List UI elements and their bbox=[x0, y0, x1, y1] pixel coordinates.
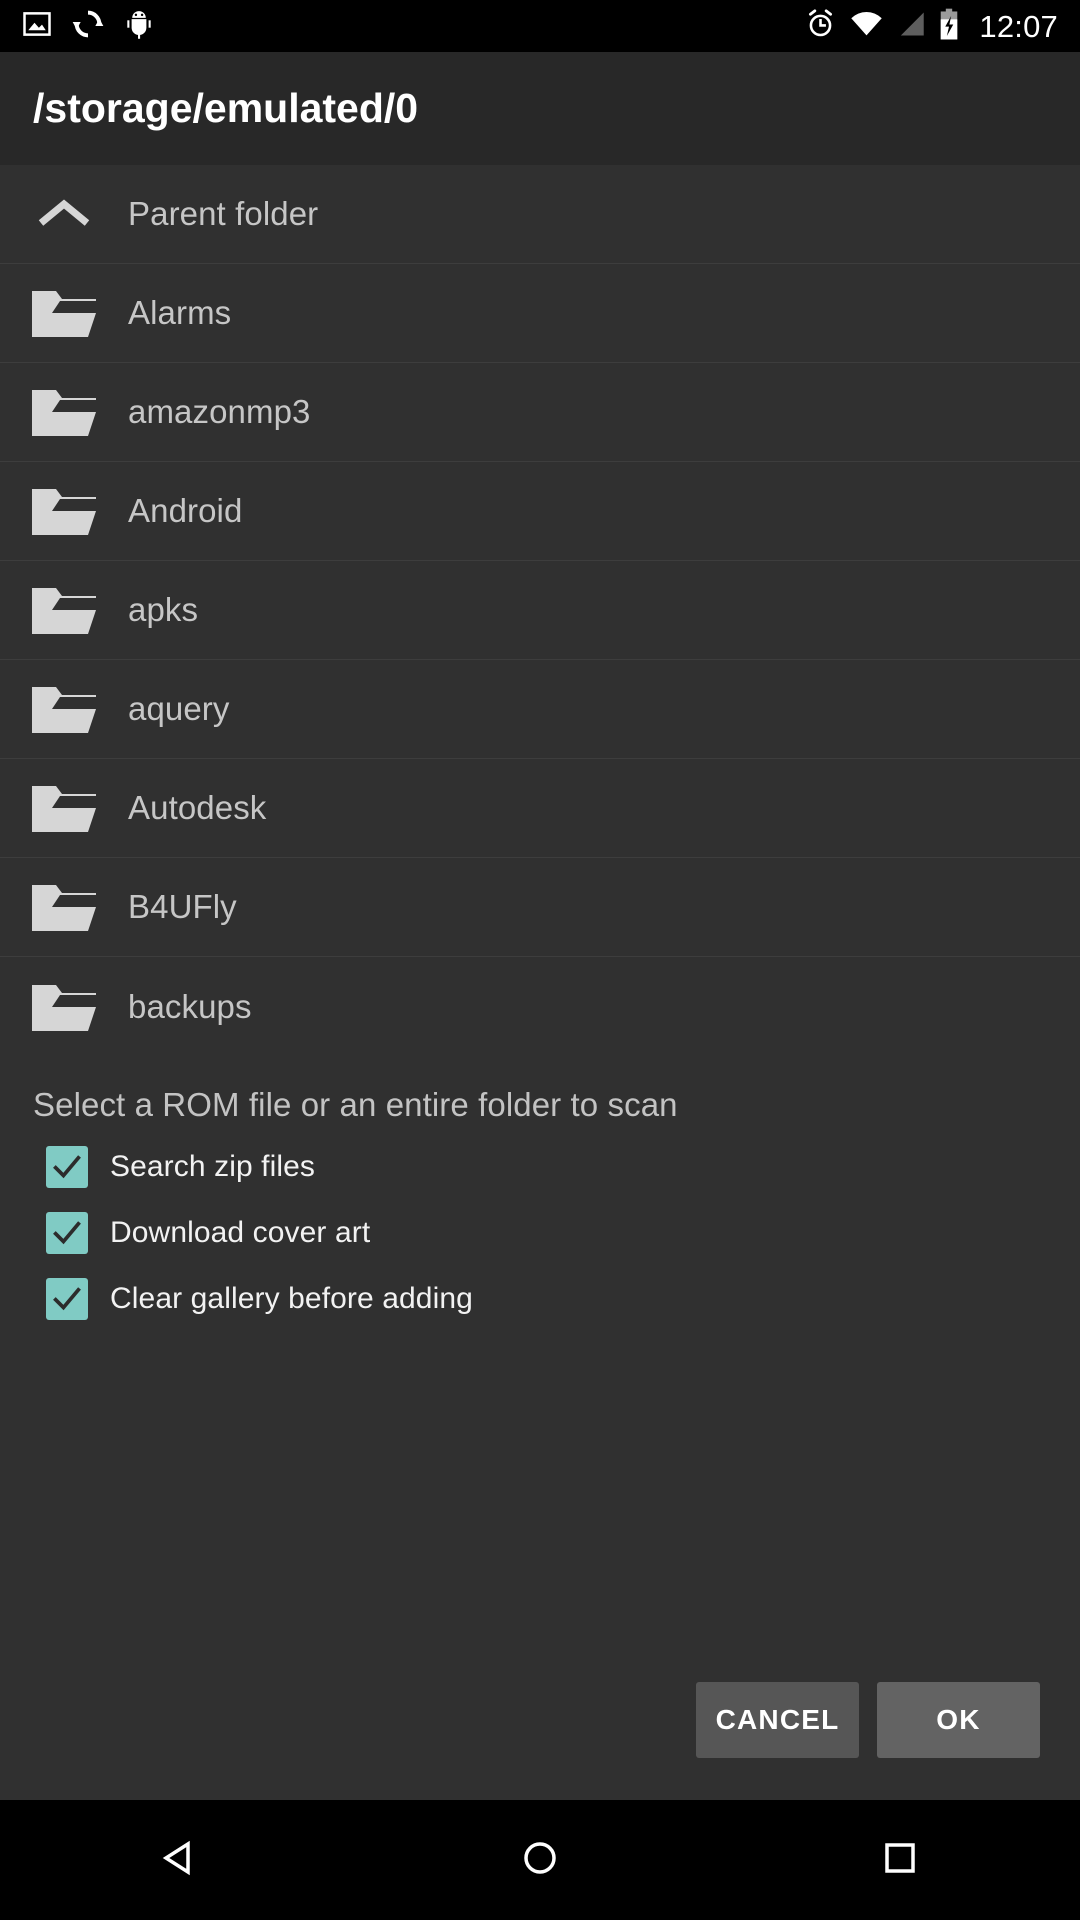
status-bar-clock: 12:07 bbox=[979, 8, 1058, 44]
current-path-title: /storage/emulated/0 bbox=[33, 85, 419, 131]
list-item-autodesk[interactable]: Autodesk bbox=[0, 759, 1080, 858]
folder-icon bbox=[0, 485, 128, 537]
list-item-alarms[interactable]: Alarms bbox=[0, 264, 1080, 363]
list-item-label: B4UFly bbox=[128, 888, 237, 925]
list-item-aquery[interactable]: aquery bbox=[0, 660, 1080, 759]
list-item-apks[interactable]: apks bbox=[0, 561, 1080, 660]
wifi-icon bbox=[850, 11, 883, 42]
list-item-label: Android bbox=[128, 492, 243, 529]
options-checkbox-list: Search zip files Download cover art Clea… bbox=[0, 1130, 1080, 1322]
checkbox-row-download-cover-art[interactable]: Download cover art bbox=[46, 1210, 1080, 1256]
checkbox-label: Clear gallery before adding bbox=[110, 1282, 473, 1315]
list-item-label: Alarms bbox=[128, 294, 232, 331]
chevron-up-icon bbox=[0, 197, 128, 231]
battery-charging-icon bbox=[939, 8, 959, 45]
folder-icon bbox=[0, 683, 128, 735]
recents-icon bbox=[878, 1836, 922, 1885]
list-item-label: Parent folder bbox=[128, 195, 319, 232]
title-bar: /storage/emulated/0 bbox=[0, 52, 1080, 165]
back-icon bbox=[158, 1836, 202, 1885]
checkbox-download-cover-art[interactable] bbox=[46, 1212, 88, 1254]
cancel-button[interactable]: CANCEL bbox=[696, 1682, 859, 1758]
checkbox-row-clear-gallery-before-adding[interactable]: Clear gallery before adding bbox=[46, 1276, 1080, 1322]
status-bar: 12:07 bbox=[0, 0, 1080, 52]
navigation-bar bbox=[0, 1800, 1080, 1920]
checkbox-clear-gallery-before-adding[interactable] bbox=[46, 1278, 88, 1320]
list-item-label: amazonmp3 bbox=[128, 393, 311, 430]
folder-icon bbox=[0, 881, 128, 933]
options-panel: Select a ROM file or an entire folder to… bbox=[0, 1056, 1080, 1800]
status-bar-right-icons: 12:07 bbox=[805, 8, 1058, 45]
checkbox-search-zip-files[interactable] bbox=[46, 1146, 88, 1188]
list-item-label: backups bbox=[128, 987, 252, 1025]
status-bar-left-icons bbox=[22, 8, 154, 45]
folder-icon bbox=[0, 981, 128, 1033]
sync-icon bbox=[72, 8, 104, 45]
home-icon bbox=[518, 1836, 562, 1885]
file-browser-list[interactable]: Parent folder Alarms amazonmp3 Android a… bbox=[0, 165, 1080, 1056]
folder-icon bbox=[0, 782, 128, 834]
dialog-button-bar: CANCEL OK bbox=[0, 1682, 1080, 1800]
list-item-label: Autodesk bbox=[128, 789, 267, 826]
recents-button[interactable] bbox=[810, 1800, 990, 1920]
list-item-parent-folder[interactable]: Parent folder bbox=[0, 165, 1080, 264]
list-item-label: apks bbox=[128, 591, 199, 628]
signal-icon bbox=[897, 11, 925, 42]
list-item-backups[interactable]: backups bbox=[0, 957, 1080, 1056]
list-item-label: aquery bbox=[128, 690, 230, 727]
alarm-icon bbox=[805, 8, 836, 44]
folder-icon bbox=[0, 287, 128, 339]
list-item-android[interactable]: Android bbox=[0, 462, 1080, 561]
ok-button[interactable]: OK bbox=[877, 1682, 1040, 1758]
folder-icon bbox=[0, 386, 128, 438]
list-item-amazonmp3[interactable]: amazonmp3 bbox=[0, 363, 1080, 462]
home-button[interactable] bbox=[450, 1800, 630, 1920]
image-icon bbox=[22, 9, 52, 44]
checkbox-label: Download cover art bbox=[110, 1216, 371, 1249]
checkbox-row-search-zip-files[interactable]: Search zip files bbox=[46, 1144, 1080, 1190]
folder-icon bbox=[0, 584, 128, 636]
android-screen: 12:07 /storage/emulated/0 Parent folder … bbox=[0, 0, 1080, 1920]
back-button[interactable] bbox=[90, 1800, 270, 1920]
android-debug-icon bbox=[124, 8, 154, 45]
list-item-b4ufly[interactable]: B4UFly bbox=[0, 858, 1080, 957]
options-hint-text: Select a ROM file or an entire folder to… bbox=[33, 1086, 678, 1123]
checkbox-label: Search zip files bbox=[110, 1150, 316, 1183]
